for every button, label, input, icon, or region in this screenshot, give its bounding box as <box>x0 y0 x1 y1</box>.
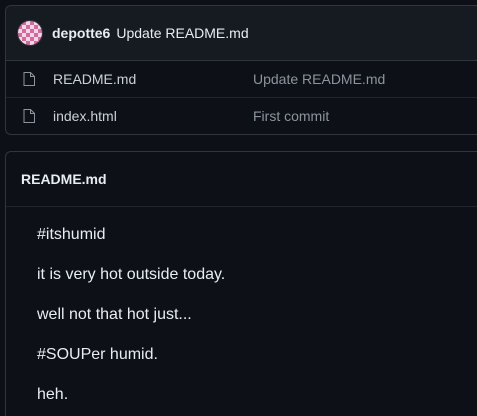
file-icon <box>23 72 35 86</box>
readme-content: #itshumid it is very hot outside today. … <box>6 207 477 416</box>
file-browser: depotte6 Update README.md README.md Upda… <box>5 5 477 135</box>
readme-paragraph: #itshumid <box>37 226 106 243</box>
readme-paragraph: it is very hot outside today. <box>37 266 226 283</box>
file-icon <box>23 109 35 123</box>
file-row[interactable]: README.md Update README.md <box>6 61 477 97</box>
readme-paragraph: #SOUPer humid. <box>37 346 158 363</box>
readme-title[interactable]: README.md <box>6 152 477 207</box>
readme-paragraph: well not that hot just... <box>37 306 192 323</box>
latest-commit-bar: depotte6 Update README.md <box>6 6 477 61</box>
repository-view: depotte6 Update README.md README.md Upda… <box>0 0 477 416</box>
readme-panel: README.md #itshumid it is very hot outsi… <box>5 151 477 416</box>
commit-message[interactable]: Update README.md <box>116 25 248 41</box>
commit-author[interactable]: depotte6 <box>52 25 110 41</box>
file-name-link[interactable]: index.html <box>53 108 253 124</box>
file-name-link[interactable]: README.md <box>53 71 253 87</box>
file-commit-link[interactable]: Update README.md <box>253 71 385 87</box>
avatar[interactable] <box>18 21 42 45</box>
file-row[interactable]: index.html First commit <box>6 97 477 134</box>
file-commit-link[interactable]: First commit <box>253 108 329 124</box>
readme-paragraph: heh. <box>37 386 69 403</box>
